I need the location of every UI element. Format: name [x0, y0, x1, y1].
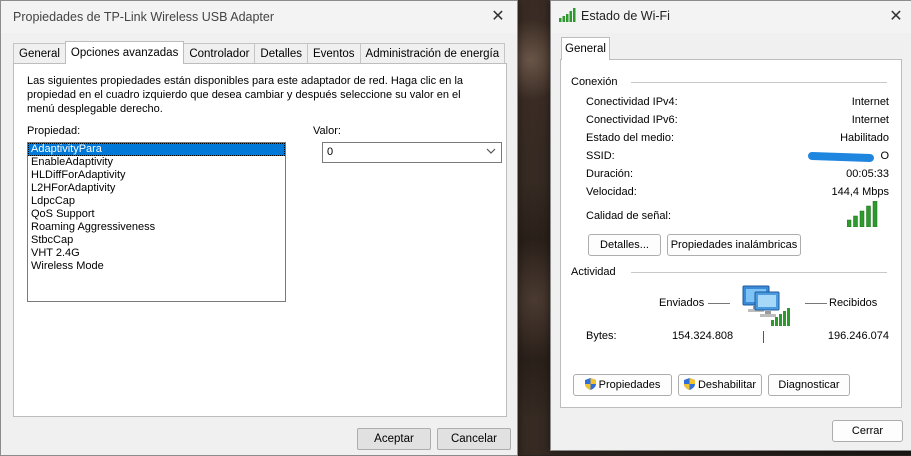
property-item-wireless-mode[interactable]: Wireless Mode	[28, 260, 285, 273]
property-item-qos-support[interactable]: QoS Support	[28, 208, 285, 221]
connection-group-title: Conexión	[571, 76, 622, 88]
signal-quality-icon	[847, 201, 878, 227]
ipv4-value: Internet	[851, 96, 889, 108]
bytes-label: Bytes:	[586, 330, 617, 342]
tab-events[interactable]: Eventos	[306, 43, 361, 64]
adapter-dialog-titlebar: Propiedades de TP-Link Wireless USB Adap…	[1, 1, 517, 33]
uac-shield-icon	[683, 378, 695, 390]
property-item-vht-2-4g[interactable]: VHT 2.4G	[28, 247, 285, 260]
signal-bars-icon	[559, 8, 576, 22]
received-line	[805, 303, 827, 304]
property-item-ldpccap[interactable]: LdpcCap	[28, 195, 285, 208]
received-label: Recibidos	[829, 297, 878, 309]
property-listbox[interactable]: AdaptivityPara EnableAdaptivity HLDiffFo…	[27, 142, 286, 302]
ssid-label: SSID:	[586, 150, 615, 162]
advanced-options-panel: Las siguientes propiedades están disponi…	[13, 63, 507, 417]
bytes-sent-value: 154.324.808	[672, 330, 734, 342]
adapter-dialog-close-icon[interactable]: ✕	[485, 5, 511, 29]
adapter-tabs: General Opciones avanzadas Controlador D…	[13, 41, 506, 64]
chevron-down-icon	[486, 148, 496, 154]
ipv6-label: Conectividad IPv6:	[586, 114, 678, 126]
network-computers-icon	[742, 285, 790, 326]
property-item-hldiffforadaptivity[interactable]: HLDiffForAdaptivity	[28, 169, 285, 182]
cancel-button[interactable]: Cancelar	[437, 428, 511, 450]
value-label: Valor:	[313, 125, 341, 137]
properties-button-label: Propiedades	[598, 379, 661, 391]
details-button[interactable]: Detalles...	[588, 234, 661, 256]
speed-label: Velocidad:	[586, 186, 637, 198]
adapter-properties-dialog: Propiedades de TP-Link Wireless USB Adap…	[0, 0, 518, 456]
sent-line	[708, 303, 730, 304]
bytes-received-value: 196.246.074	[827, 330, 889, 342]
sent-label: Enviados	[659, 297, 705, 309]
wifi-status-dialog: Estado de Wi-Fi ✕ General Conexión Conec…	[550, 0, 911, 451]
tab-details[interactable]: Detalles	[254, 43, 308, 64]
signal-quality-label: Calidad de señal:	[586, 210, 672, 222]
ssid-value: O	[880, 150, 889, 162]
tab-power-management[interactable]: Administración de energía	[359, 43, 506, 64]
adapter-dialog-title: Propiedades de TP-Link Wireless USB Adap…	[13, 10, 275, 24]
media-state-label: Estado del medio:	[586, 132, 675, 144]
property-item-roaming-aggressiveness[interactable]: Roaming Aggressiveness	[28, 221, 285, 234]
wireless-properties-button[interactable]: Propiedades inalámbricas	[667, 234, 801, 256]
properties-button[interactable]: Propiedades	[573, 374, 672, 396]
wifi-dialog-titlebar: Estado de Wi-Fi ✕	[551, 1, 911, 33]
media-state-value: Habilitado	[840, 132, 889, 144]
activity-group-title: Actividad	[571, 266, 620, 278]
duration-value: 00:05:33	[846, 168, 889, 180]
speed-value: 144,4 Mbps	[831, 186, 889, 198]
close-button[interactable]: Cerrar	[832, 420, 903, 442]
tab-advanced-options[interactable]: Opciones avanzadas	[64, 41, 185, 64]
tab-general-wifi[interactable]: General	[561, 37, 610, 60]
accept-button[interactable]: Aceptar	[357, 428, 431, 450]
ipv4-label: Conectividad IPv4:	[586, 96, 678, 108]
advanced-description: Las siguientes propiedades están disponi…	[27, 75, 464, 115]
wifi-general-panel: Conexión Conectividad IPv4: Internet Con…	[560, 59, 902, 408]
wifi-dialog-title: Estado de Wi-Fi	[581, 9, 670, 23]
disable-button[interactable]: Deshabilitar	[678, 374, 762, 396]
property-label: Propiedad:	[27, 125, 81, 137]
tab-general[interactable]: General	[13, 43, 66, 64]
property-item-adaptivitypara[interactable]: AdaptivityPara	[28, 143, 285, 156]
value-dropdown[interactable]: 0	[322, 142, 502, 163]
uac-shield-icon	[584, 378, 596, 390]
value-dropdown-selected: 0	[327, 146, 334, 158]
diagnose-button[interactable]: Diagnosticar	[768, 374, 850, 396]
connection-divider	[631, 82, 887, 83]
activity-divider	[631, 272, 887, 273]
property-item-l2hforadaptivity[interactable]: L2HForAdaptivity	[28, 182, 285, 195]
duration-label: Duración:	[586, 168, 634, 180]
disable-button-label: Deshabilitar	[697, 379, 757, 391]
property-item-enableadaptivity[interactable]: EnableAdaptivity	[28, 156, 285, 169]
tab-driver[interactable]: Controlador	[183, 43, 256, 64]
bytes-separator	[763, 331, 764, 343]
ssid-redaction	[807, 151, 875, 163]
property-item-stbccap[interactable]: StbcCap	[28, 234, 285, 247]
wifi-dialog-close-icon[interactable]: ✕	[883, 5, 909, 29]
ipv6-value: Internet	[851, 114, 889, 126]
